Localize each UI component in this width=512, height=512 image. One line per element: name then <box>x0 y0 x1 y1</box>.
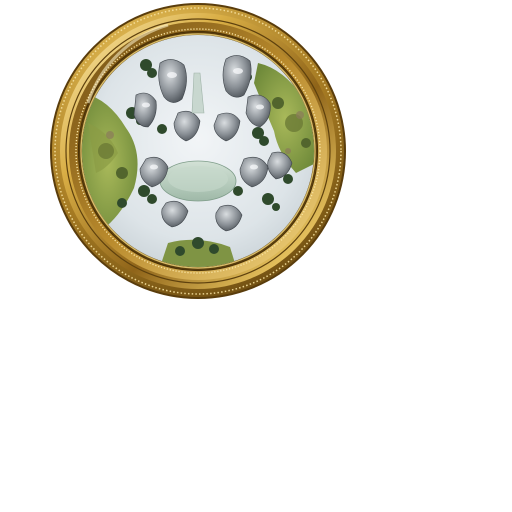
minimap[interactable] <box>48 3 348 299</box>
central-ice-field <box>159 160 237 202</box>
stage <box>0 0 512 512</box>
minimap-svg[interactable] <box>48 3 348 299</box>
